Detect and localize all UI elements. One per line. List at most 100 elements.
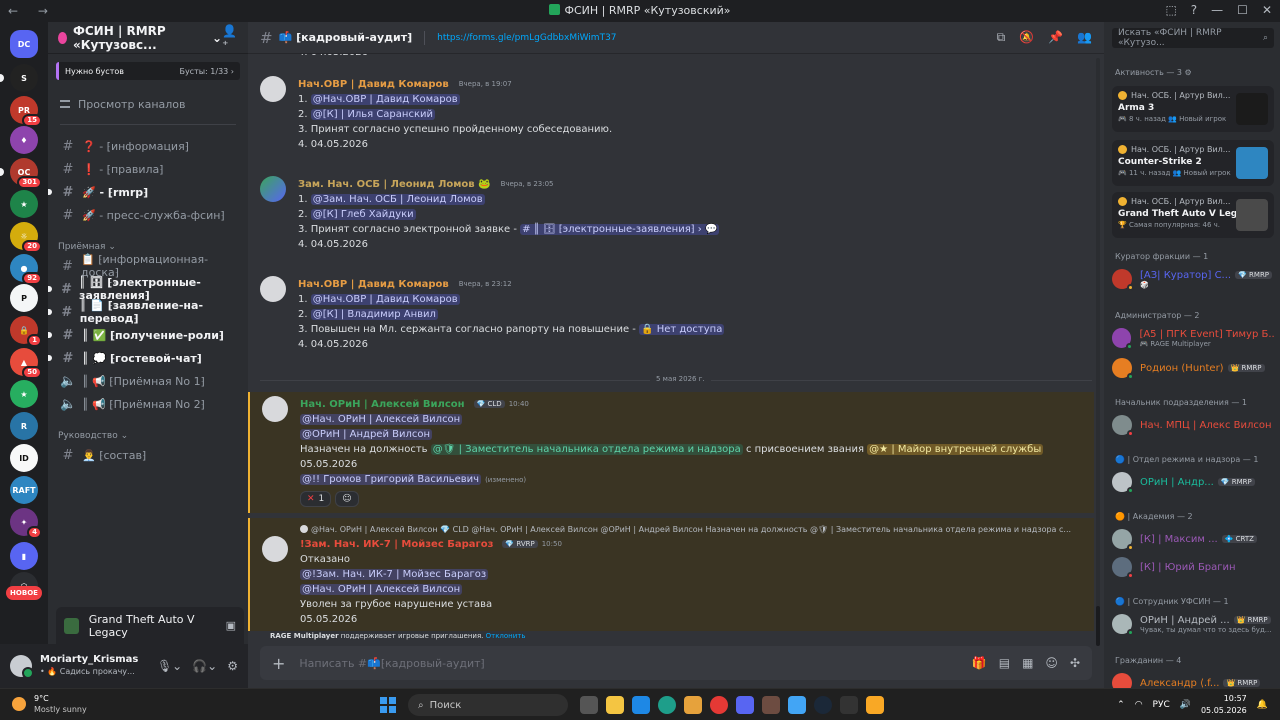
volume-icon[interactable]: 🔊 [1180,700,1191,710]
activity-panel[interactable]: Grand Theft Auto V Legacy ▣ [56,607,244,644]
activity-card[interactable]: Нач. ОСБ. | Артур Вил... Grand Theft Auto… [1112,192,1274,238]
mention[interactable]: # ║ 🗄 ⁅электронные-заявления⁆ › 💬 [520,224,720,235]
mention[interactable]: @!Зам. Нач. ИК-7 | Мойзес Барагоз [300,569,489,580]
message-author[interactable]: Зам. Нач. ОСБ | Леонид Ломов 🐸 [298,179,491,190]
channel-item[interactable]: # 🚀 - ⁅rmrp⁆ [48,181,240,203]
add-reaction-button[interactable]: ☺ [335,491,359,507]
channel-item[interactable]: # 🚀 - пресс-служба-фсин⁆ [56,204,240,226]
server-icon[interactable]: ☼ 20 [10,222,42,253]
vpn-icon[interactable] [788,696,806,714]
avatar[interactable] [260,176,286,202]
dismiss-link[interactable]: Отклонить [486,632,526,640]
window-control-1[interactable]: ? [1191,3,1197,17]
mention[interactable]: @Нач. ОРиН | Алексей Вилсон [300,414,463,425]
bell-muted-icon[interactable]: 🔕 [1019,30,1034,45]
server-icon[interactable]: PR 15 [10,96,42,127]
apps-icon[interactable]: ✣ [1070,656,1080,670]
channel-item[interactable]: # ║ 💭 ⁅гостевой-чат⁆ [48,347,240,369]
server-icon[interactable]: P [10,284,38,312]
explorer-icon[interactable] [606,696,624,714]
mention[interactable]: @Нач. ОРиН | Алексей Вилсон [300,584,463,595]
mention[interactable]: @ОРиН | Андрей Вилсон [300,429,433,440]
server-icon[interactable]: ● 92 [10,254,42,285]
activity-card[interactable]: Нач. ОСБ. | Артур Вил... Counter-Strike 2… [1112,140,1274,186]
channel-item[interactable]: 🔈 ║ 📢 ⁅Приёмная No 1⁆ [56,370,240,392]
steam-icon[interactable] [814,696,832,714]
message-author[interactable]: Нач.ОВР | Давид Комаров [298,279,449,290]
epic-icon[interactable] [840,696,858,714]
member-item[interactable]: [АЗ| Куратор] С... 💎 RMRP 🎲 [1112,266,1274,292]
mention[interactable]: @Нач.ОВР | Давид Комаров [310,294,460,305]
avatar[interactable] [10,655,34,679]
sticker-icon[interactable]: ▦ [1022,656,1033,670]
mention[interactable]: @[К] | Владимир Анвил [310,309,438,320]
channel-item[interactable]: # ❗ - ⁅правила⁆ [56,158,240,180]
server-icon[interactable]: ▲ 50 [10,348,42,379]
user-meta[interactable]: Moriarty_Krismas • 🔥 Садись прокачу... [40,654,138,678]
message-author[interactable]: Нач.ОВР | Давид Комаров [298,79,449,90]
threads-icon[interactable]: ⧉ [997,30,1006,45]
mention[interactable]: @[К] Глеб Хайдуки [310,209,416,220]
server-icon[interactable]: ★ [10,380,38,408]
mention[interactable]: @Нач.ОВР | Давид Комаров [310,94,460,105]
mention[interactable]: @★ | Майор внутренней службы [867,444,1044,455]
member-item[interactable]: ОРиН | Андр... 💎 RMRP [1112,469,1274,495]
member-item[interactable]: Родион (Hunter) 👑 RMRP [1112,355,1274,381]
channel-item[interactable]: # ║ ✅ ⁅получение-роли⁆ [48,324,240,346]
gif-icon[interactable]: ▤ [999,656,1010,670]
server-icon[interactable]: ▮ [10,542,38,570]
server-icon[interactable]: DC [10,30,38,58]
new-badge[interactable]: НОВОЕ [6,586,42,600]
guild-header[interactable]: ФСИН | RMRP «Кутузовс... ⌄ 👤⁺ [48,22,248,54]
server-icon[interactable]: ID [10,444,38,472]
screen-share-icon[interactable]: ▣ [226,619,236,632]
channel-item[interactable]: # ❓ - ⁅информация⁆ [56,135,240,157]
server-icon[interactable]: ♦ [10,126,38,154]
search-input[interactable]: Искать «ФСИН | RMRP «Кутузо... ⌕ [1112,28,1274,48]
window-control-2[interactable]: — [1211,3,1223,17]
tray-chevron-icon[interactable]: ⌃ [1117,700,1125,710]
server-icon[interactable]: ✦ 4 [10,508,42,539]
server-icon[interactable]: S [0,64,38,92]
edge-icon[interactable] [658,696,676,714]
scrollbar[interactable] [1096,58,1100,646]
notification-icon[interactable]: 🔔 [1257,700,1268,710]
avatar[interactable] [260,276,286,302]
member-item[interactable]: [К] | Максим ... 💠 CRTZ [1112,526,1274,552]
reaction-cross[interactable]: ✕ 1 [300,491,332,507]
game-app-icon[interactable] [762,696,780,714]
pin-icon[interactable]: 📌 [1048,30,1063,45]
channel-topic-link[interactable]: https://forms.gle/pmLgGdbbxMiWimT37 [437,33,616,43]
store-icon[interactable] [632,696,650,714]
server-icon[interactable]: OC 301 [0,158,42,189]
mention[interactable]: 🔒 Нет доступа [639,324,725,335]
channel-item[interactable]: 🔈 ║ 📢 ⁅Приёмная No 2⁆ [56,393,240,415]
taskbar-search[interactable]: ⌕ Поиск [408,694,568,716]
weather-widget[interactable]: 9°C Mostly sunny [12,693,87,715]
lang-indicator[interactable]: РУС [1153,700,1170,710]
window-control-4[interactable]: ✕ [1262,3,1272,17]
member-item[interactable]: [А5 | ПГК Event] Тимур Б... 🎮 RAGE Multip… [1112,325,1274,351]
channel-item[interactable]: # 👨‍💼 ⁅состав⁆ [56,444,240,466]
member-item[interactable]: ОРиН | Андрей ... 👑 RMRP Чувак, ты думал ч… [1112,611,1274,637]
channel-item[interactable]: # 📋 ⁅информационная-доска⁆ [56,253,240,279]
avatar[interactable] [262,536,288,562]
message-author[interactable]: Нач. ОРиН | Алексей Вилсон [300,399,465,410]
avatar[interactable] [260,76,286,102]
browse-channels[interactable]: Просмотр каналов [48,94,248,114]
member-item[interactable]: Нач. МПЦ | Алекс Вилсон [1112,412,1274,438]
gift-icon[interactable]: 🎁 [972,656,987,670]
channel-item[interactable]: # ║ 🗄 ⁅электронные-заявления⁆ [48,276,240,302]
server-icon[interactable]: R [10,412,38,440]
activity-card[interactable]: Нач. ОСБ. | Артур Вил... Arma 3 🎮 8 ч. наз… [1112,86,1274,132]
member-item[interactable]: [К] | Юрий Брагин [1112,554,1274,580]
headphones-icon[interactable]: 🎧⌄ [192,659,217,673]
category-rukovodstvo[interactable]: Руководство ⌄ [48,429,248,443]
clock[interactable]: 10:57 05.05.2026 [1201,693,1247,717]
mention[interactable]: @Зам. Нач. ОСБ | Леонид Ломов [310,194,485,205]
emoji-icon[interactable]: ☺ [1045,656,1058,670]
mention[interactable]: @🛡 | Заместитель начальника отдела режим… [430,444,743,455]
server-icon[interactable]: 🔒 1 [10,316,42,347]
boost-banner[interactable]: Нужно бустов Бусты: 1/33 › [56,62,240,80]
mention[interactable]: @[К] | Илья Саранский [310,109,435,120]
